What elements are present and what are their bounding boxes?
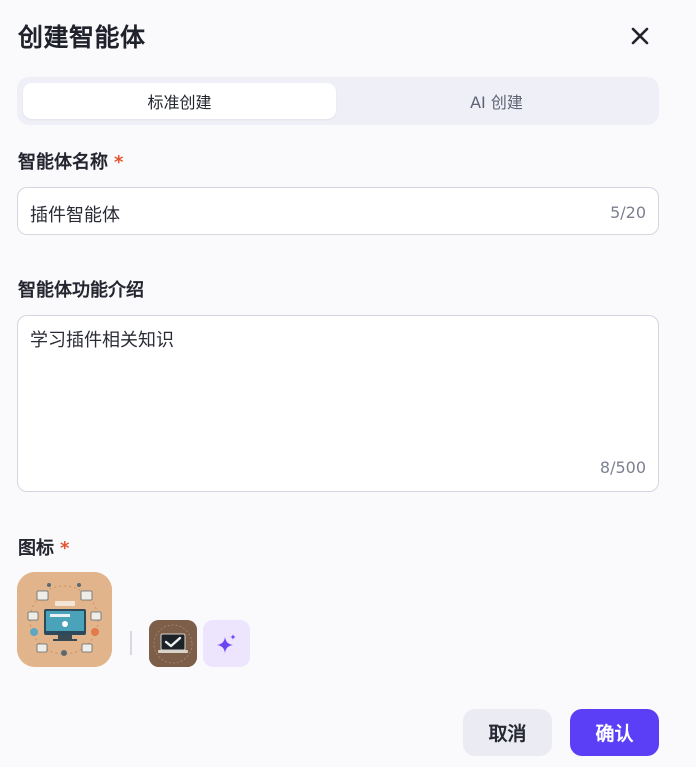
icon-label-text: 图标 bbox=[18, 538, 54, 559]
creation-mode-tabs: 标准创建 AI 创建 bbox=[17, 77, 659, 125]
required-mark: * bbox=[114, 152, 124, 173]
name-char-count: 5/20 bbox=[610, 203, 646, 222]
confirm-button[interactable]: 确认 bbox=[570, 709, 659, 756]
tab-ai-create[interactable]: AI 创建 bbox=[340, 83, 653, 119]
laptop-check-illustration bbox=[149, 620, 197, 667]
name-field-label: 智能体名称 * bbox=[18, 148, 123, 174]
description-char-count: 8/500 bbox=[599, 458, 646, 477]
agent-name-value: 插件智能体 bbox=[30, 205, 120, 226]
agent-description-value: 学习插件相关知识 bbox=[30, 330, 174, 351]
selected-agent-icon[interactable] bbox=[17, 572, 112, 667]
agent-description-textarea[interactable]: 学习插件相关知识 8/500 bbox=[17, 315, 659, 492]
tab-standard-create[interactable]: 标准创建 bbox=[23, 83, 336, 119]
cancel-button[interactable]: 取消 bbox=[463, 709, 552, 756]
name-label-text: 智能体名称 bbox=[18, 152, 108, 173]
agent-name-input[interactable]: 插件智能体 5/20 bbox=[17, 187, 659, 235]
create-agent-dialog: 创建智能体 标准创建 AI 创建 智能体名称 * 插件智能体 5/20 智能体功能… bbox=[0, 0, 696, 767]
ai-generate-icon-button[interactable] bbox=[203, 620, 250, 667]
desc-field-label: 智能体功能介绍 bbox=[18, 280, 144, 301]
close-icon bbox=[631, 27, 649, 45]
icon-divider bbox=[130, 631, 132, 655]
icon-field-label: 图标 * bbox=[18, 534, 69, 560]
alternate-agent-icon[interactable] bbox=[149, 620, 197, 667]
close-button[interactable] bbox=[622, 18, 658, 54]
plugin-dashboard-illustration bbox=[17, 572, 112, 667]
dialog-title: 创建智能体 bbox=[18, 23, 146, 52]
required-mark: * bbox=[60, 538, 70, 559]
sparkle-icon bbox=[216, 633, 236, 653]
